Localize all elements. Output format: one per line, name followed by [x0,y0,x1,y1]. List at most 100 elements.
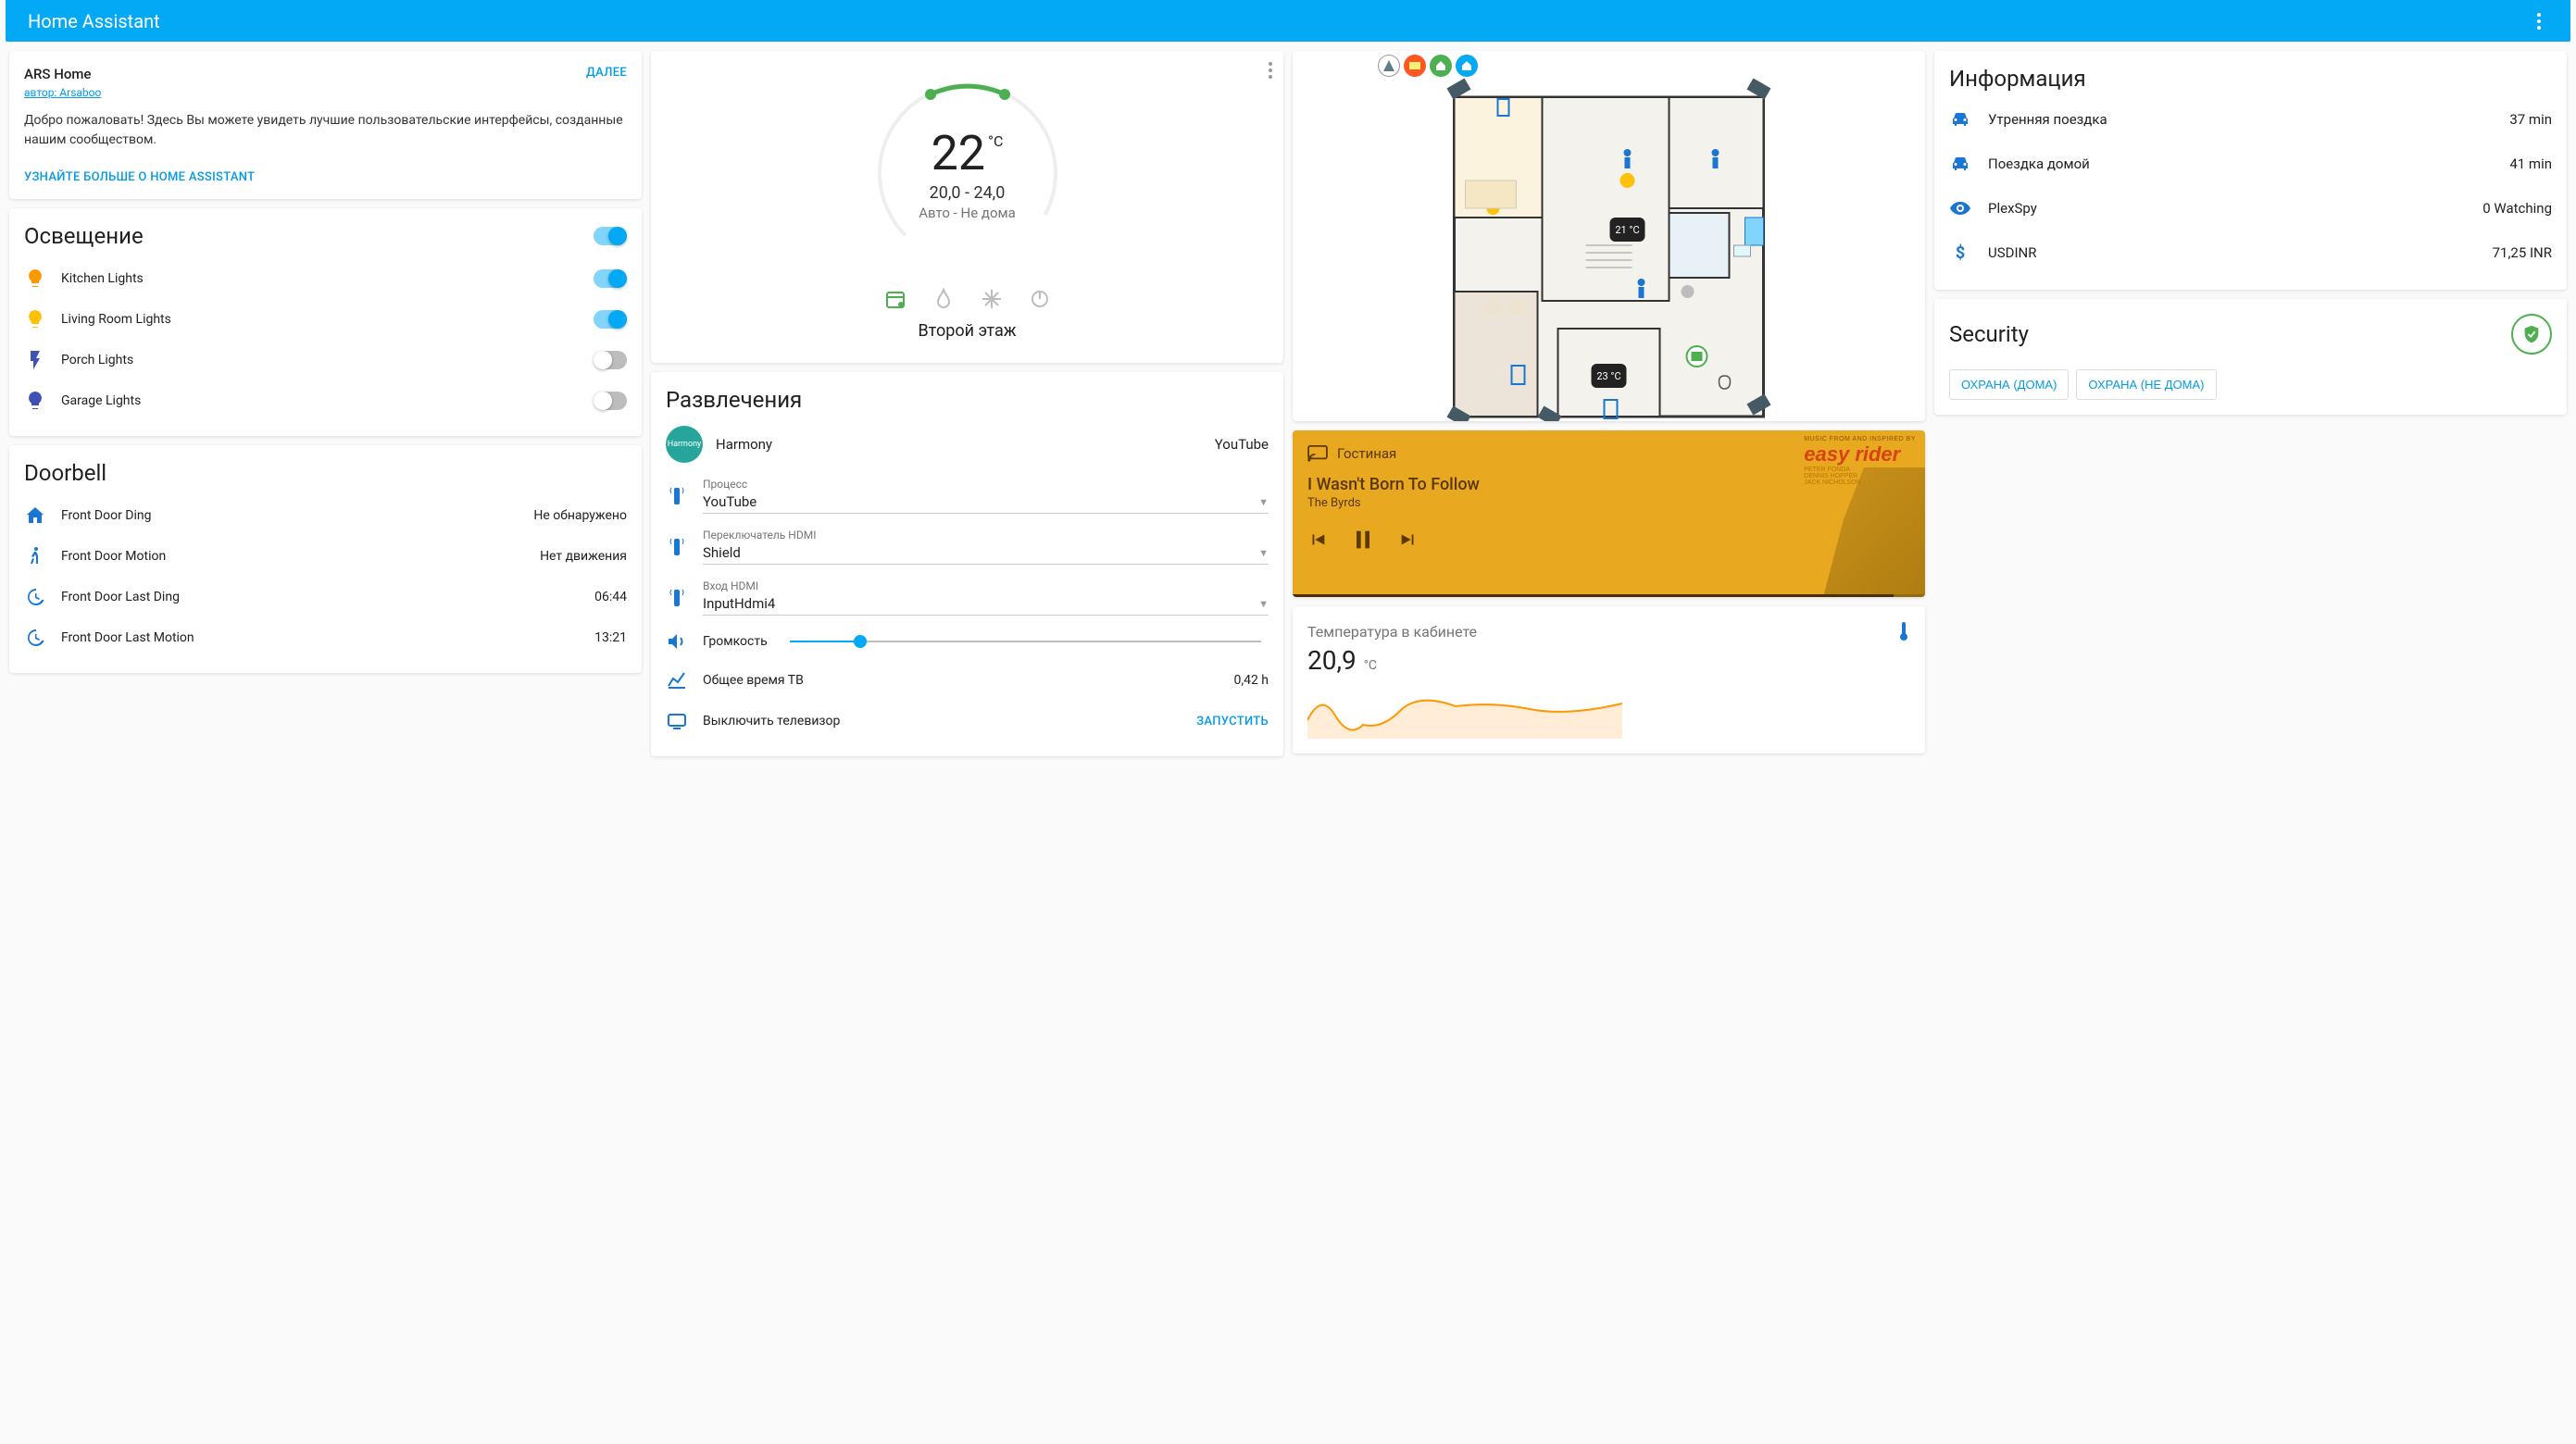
hdmi-in-select[interactable]: InputHdmi4▼ [703,592,1269,616]
process-select[interactable]: YouTube▼ [703,491,1269,514]
lighting-row: Kitchen Lights [24,258,627,299]
light-toggle[interactable] [594,351,627,369]
calendar-icon[interactable] [884,288,907,310]
info-row: Поездка домой 41 min [1949,142,2552,186]
sensor-graph [1307,683,1622,739]
info-label[interactable]: Утренняя поездка [1988,111,2493,128]
thermometer-icon [1897,621,1910,641]
sensor-name[interactable]: Температура в кабинете [1307,623,1477,641]
lighting-title: Освещение [24,223,144,249]
fp-badge-2[interactable] [1404,55,1426,77]
next-button[interactable]: ДАЛЕЕ [586,66,627,80]
light-label[interactable]: Porch Lights [61,353,579,367]
info-value: 41 min [2509,156,2552,172]
skip-previous-icon[interactable] [1307,529,1328,550]
doorbell-title: Doorbell [24,460,627,486]
doorbell-row: Front Door Ding Не обнаружено [24,495,627,536]
snowflake-icon[interactable] [981,288,1003,310]
fp-badge-4[interactable] [1456,55,1478,77]
fp-badge-3[interactable] [1430,55,1452,77]
doorbell-label[interactable]: Front Door Last Ding [61,590,580,604]
info-label[interactable]: USDINR [1988,244,2476,261]
col-4: Информация Утренняя поездка 37 min Поезд… [1934,51,2567,415]
remote-icon [666,485,688,507]
run-button[interactable]: ЗАПУСТИТЬ [1196,715,1269,728]
hdmi-switch-select[interactable]: Shield▼ [703,542,1269,565]
thermostat-menu-button[interactable] [1269,62,1272,79]
light-toggle[interactable] [594,310,627,329]
light-toggle[interactable] [594,269,627,288]
floorplan-card[interactable]: 21 °C 23 °C [1293,51,1925,421]
welcome-author-link[interactable]: автор: Arsaboo [24,86,101,99]
volume-label: Громкость [703,634,768,649]
dots-vertical-icon [2537,13,2541,30]
arm-home-button[interactable]: ОХРАНА (ДОМА) [1949,369,2069,400]
doorbell-label[interactable]: Front Door Motion [61,549,525,564]
light-label[interactable]: Living Room Lights [61,312,579,327]
floorplan-badges [1378,55,1478,77]
info-label[interactable]: Поездка домой [1988,156,2493,172]
info-value: 37 min [2509,111,2552,128]
topbar-menu-button[interactable] [2530,6,2548,37]
info-row: PlexSpy 0 Watching [1949,186,2552,230]
pause-icon[interactable] [1350,527,1376,553]
doorbell-value: 13:21 [594,630,627,645]
home-icon [24,504,46,527]
thermostat-card: 22°C 20,0 - 24,0 Авто - Не дома Второй э… [651,51,1283,363]
col-1: ARS Home автор: Arsaboo ДАЛЕЕ Добро пожа… [9,51,642,673]
entertainment-card: Развлечения Harmony Harmony YouTube Проц… [651,372,1283,756]
shield-check-icon[interactable] [2511,314,2552,355]
doorbell-label[interactable]: Front Door Ding [61,508,519,523]
harmony-avatar-icon[interactable]: Harmony [666,426,703,463]
welcome-card: ARS Home автор: Arsaboo ДАЛЕЕ Добро пожа… [9,51,642,199]
history-icon [24,586,46,608]
learn-more-link[interactable]: УЗНАЙТЕ БОЛЬШЕ О HOME ASSISTANT [24,170,255,184]
harmony-device-name[interactable]: Harmony [716,436,1202,453]
tv-time-label[interactable]: Общее время ТВ [703,673,1219,688]
thermostat-dial[interactable]: 22°C 20,0 - 24,0 Авто - Не дома [866,71,1069,275]
info-label[interactable]: PlexSpy [1988,200,2466,217]
lighting-master-toggle[interactable] [594,227,627,245]
media-progress[interactable] [1293,594,1925,597]
floorplan-svg: 21 °C 23 °C [1293,51,1925,421]
welcome-body: Добро пожаловать! Здесь Вы можете увидет… [24,111,627,150]
topbar: Home Assistant [6,0,2570,42]
bulb-icon [24,349,46,371]
sensor-card: Температура в кабинете 20,9 °C [1293,606,1925,753]
security-card: Security ОХРАНА (ДОМА) ОХРАНА (НЕ ДОМА) [1934,299,2567,415]
tv-off-label[interactable]: Выключить телевизор [703,714,1182,728]
chart-line-icon [666,669,688,691]
light-label[interactable]: Kitchen Lights [61,271,579,286]
doorbell-label[interactable]: Front Door Last Motion [61,630,580,645]
lighting-row: Garage Lights [24,380,627,421]
light-toggle[interactable] [594,392,627,410]
skip-next-icon[interactable] [1398,529,1419,550]
thermostat-temp: 22°C [932,125,1004,181]
security-title: Security [1949,321,2029,347]
arm-away-button[interactable]: ОХРАНА (НЕ ДОМА) [2076,369,2216,400]
process-label: Процесс [703,478,1269,491]
light-label[interactable]: Garage Lights [61,393,579,408]
power-icon[interactable] [1029,288,1051,310]
doorbell-row: Front Door Motion Нет движения [24,536,627,577]
info-title: Информация [1949,66,2552,92]
volume-icon [666,630,688,653]
chevron-down-icon: ▼ [1258,598,1269,610]
volume-slider[interactable] [790,641,1261,642]
entertainment-title: Развлечения [666,387,1269,413]
bulb-icon [24,390,46,412]
media-title: I Wasn't Born To Follow [1307,475,1910,494]
lighting-row: Living Room Lights [24,299,627,340]
bulb-icon [24,308,46,330]
thermostat-name[interactable]: Второй этаж [666,321,1269,348]
flame-icon[interactable] [932,288,955,310]
col-3: 21 °C 23 °C [1293,51,1925,753]
doorbell-value: Нет движения [540,549,627,564]
dollar-icon: $ [1949,242,1971,264]
cast-icon[interactable] [1307,445,1328,462]
svg-text:$: $ [1956,243,1965,263]
info-value: 0 Watching [2482,200,2552,217]
doorbell-value: 06:44 [594,590,627,604]
fp-badge-1[interactable] [1378,55,1400,77]
remote-icon [666,587,688,609]
